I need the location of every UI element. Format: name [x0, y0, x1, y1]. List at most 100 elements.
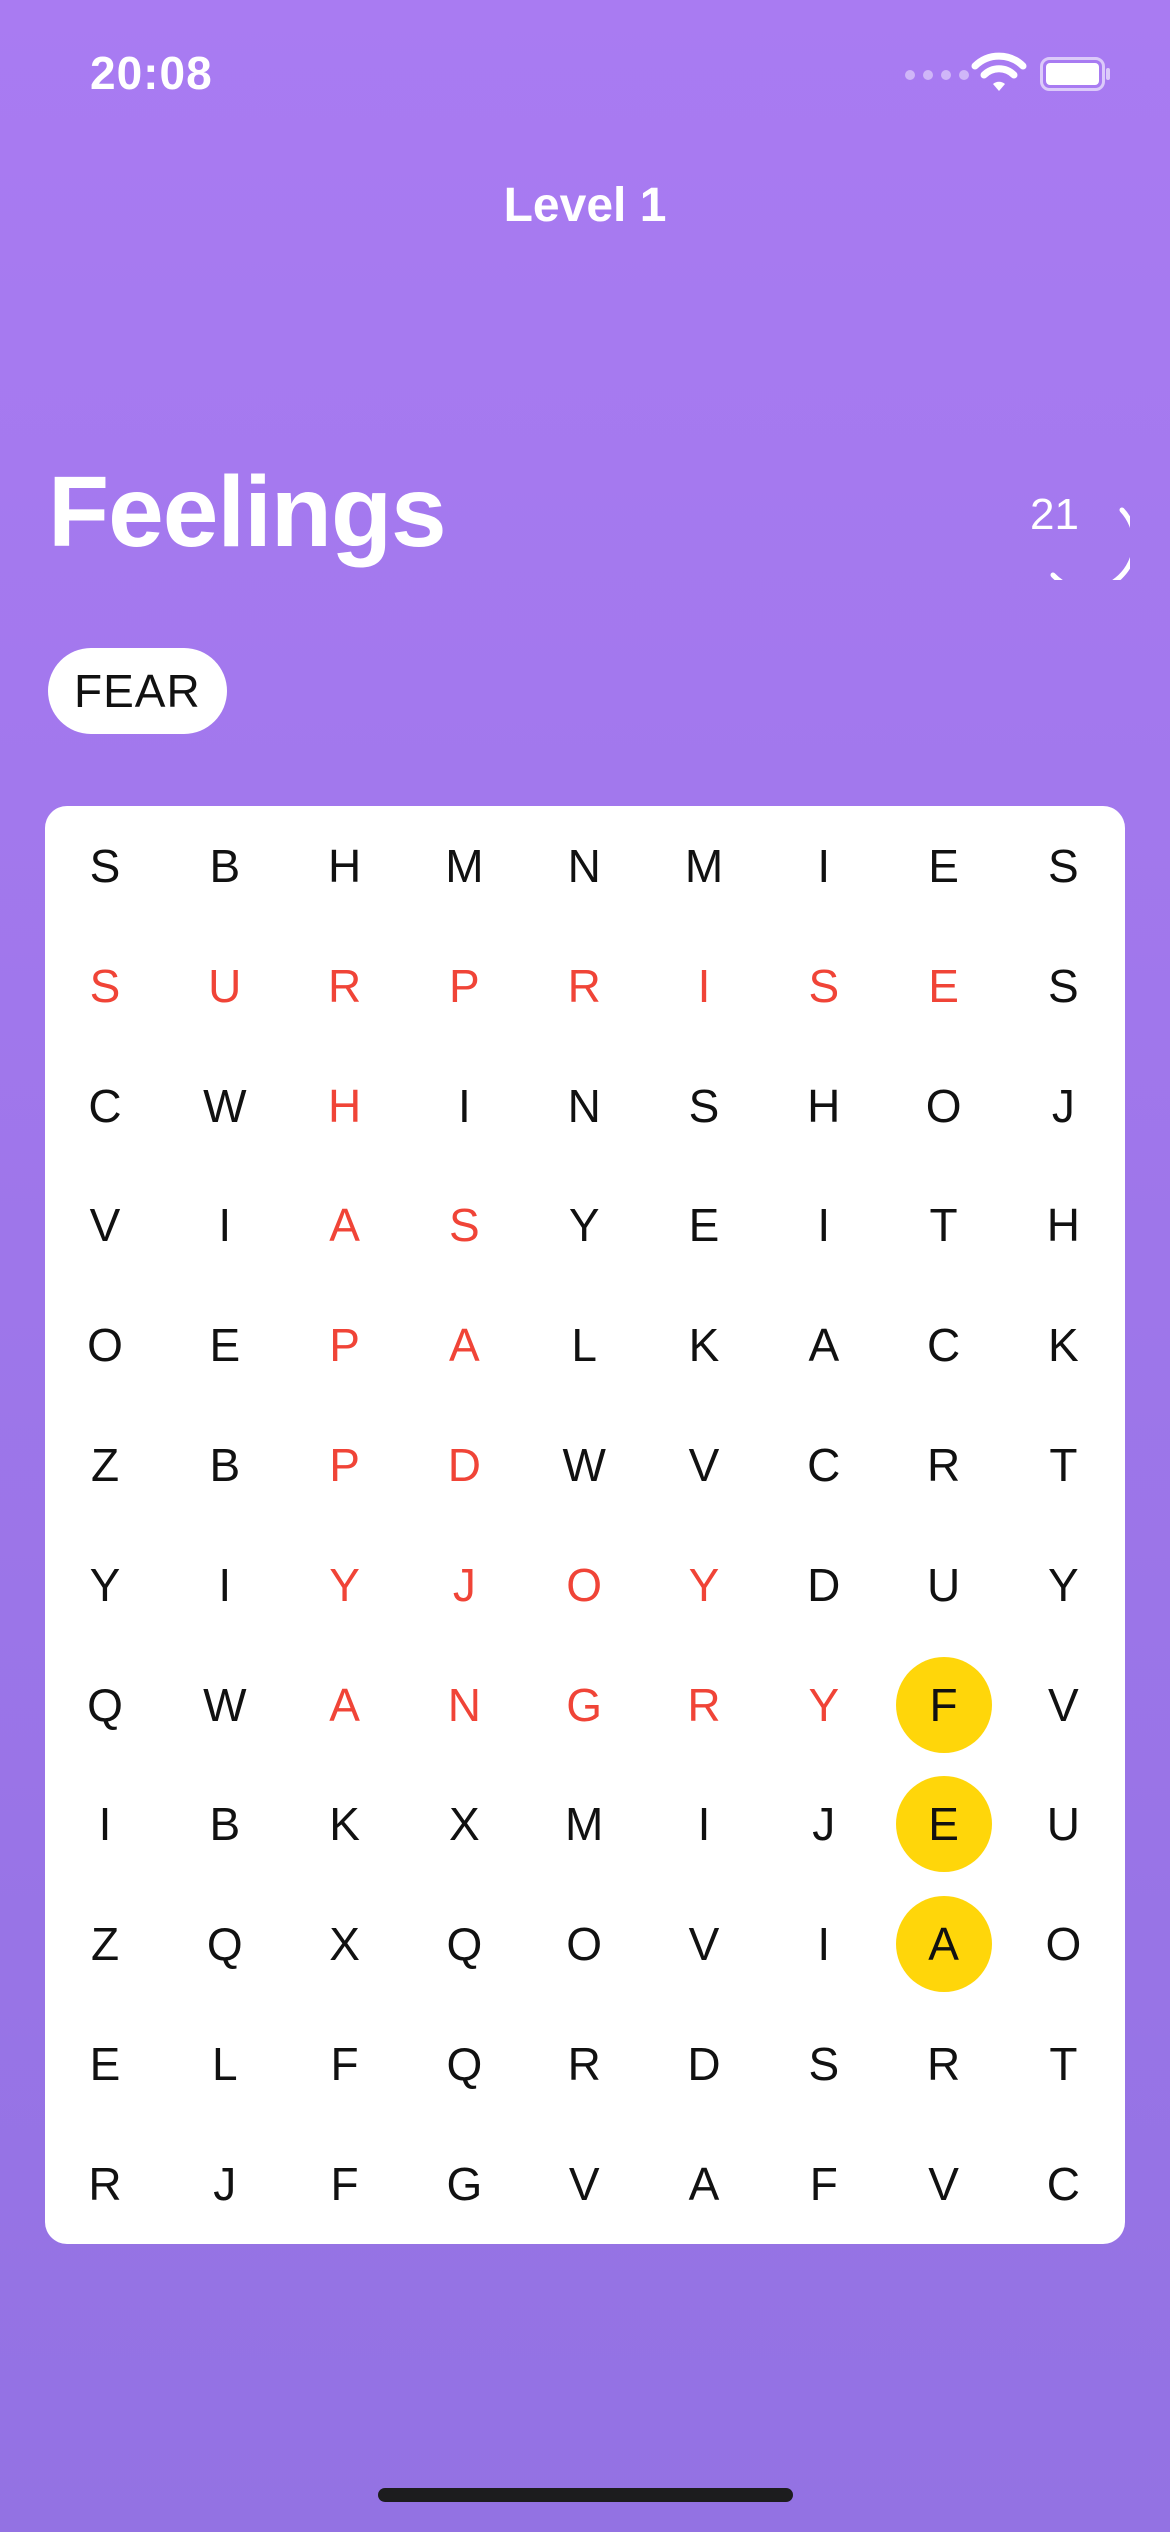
letter-cell[interactable]: V — [536, 2136, 632, 2232]
letter-cell[interactable]: C — [896, 1297, 992, 1393]
letter-cell[interactable]: I — [776, 818, 872, 914]
letter-cell[interactable]: C — [1015, 2136, 1111, 2232]
letter-cell[interactable]: Y — [1015, 1537, 1111, 1633]
letter-cell[interactable]: E — [656, 1177, 752, 1273]
letter-cell[interactable]: M — [416, 818, 512, 914]
letter-cell[interactable]: L — [177, 2016, 273, 2112]
letter-cell[interactable]: I — [656, 938, 752, 1034]
letter-cell[interactable]: N — [536, 1058, 632, 1154]
letter-cell[interactable]: X — [297, 1896, 393, 1992]
letter-cell[interactable]: E — [896, 818, 992, 914]
letter-cell[interactable]: J — [177, 2136, 273, 2232]
letter-cell[interactable]: S — [416, 1177, 512, 1273]
letter-cell[interactable]: M — [536, 1776, 632, 1872]
letter-cell[interactable]: Y — [656, 1537, 752, 1633]
letter-cell[interactable]: I — [57, 1776, 153, 1872]
letter-cell[interactable]: E — [896, 938, 992, 1034]
letter-cell[interactable]: E — [57, 2016, 153, 2112]
letter-cell[interactable]: R — [536, 2016, 632, 2112]
letter-cell[interactable]: R — [297, 938, 393, 1034]
letter-cell[interactable]: K — [297, 1776, 393, 1872]
letter-cell[interactable]: A — [895, 1896, 992, 1993]
letter-cell[interactable]: C — [776, 1417, 872, 1513]
letter-cell[interactable]: E — [177, 1297, 273, 1393]
letter-cell[interactable]: Q — [57, 1657, 153, 1753]
letter-cell[interactable]: Y — [57, 1537, 153, 1633]
letter-cell[interactable]: I — [776, 1896, 872, 1992]
letter-cell[interactable]: S — [656, 1058, 752, 1154]
letter-cell[interactable]: A — [297, 1177, 393, 1273]
letter-cell[interactable]: F — [297, 2136, 393, 2232]
letter-cell[interactable]: H — [1015, 1177, 1111, 1273]
letter-cell[interactable]: R — [896, 1417, 992, 1513]
letter-cell[interactable]: Y — [536, 1177, 632, 1273]
letter-cell[interactable]: V — [896, 2136, 992, 2232]
letter-cell[interactable]: Z — [57, 1896, 153, 1992]
letter-cell[interactable]: I — [177, 1537, 273, 1633]
letter-cell[interactable]: U — [177, 938, 273, 1034]
letter-cell[interactable]: O — [57, 1297, 153, 1393]
letter-cell[interactable]: U — [896, 1537, 992, 1633]
letter-cell[interactable]: R — [656, 1657, 752, 1753]
letter-cell[interactable]: N — [536, 818, 632, 914]
letter-cell[interactable]: Q — [177, 1896, 273, 1992]
letter-cell[interactable]: T — [1015, 2016, 1111, 2112]
letter-cell[interactable]: F — [297, 2016, 393, 2112]
letter-cell[interactable]: G — [416, 2136, 512, 2232]
letter-cell[interactable]: S — [57, 938, 153, 1034]
letter-cell[interactable]: V — [656, 1896, 752, 1992]
letter-cell[interactable]: A — [297, 1657, 393, 1753]
letter-cell[interactable]: Q — [416, 1896, 512, 1992]
letter-cell[interactable]: B — [177, 818, 273, 914]
letter-cell[interactable]: I — [416, 1058, 512, 1154]
letter-cell[interactable]: R — [536, 938, 632, 1034]
letter-cell[interactable]: K — [656, 1297, 752, 1393]
letter-cell[interactable]: S — [1015, 818, 1111, 914]
letter-cell[interactable]: I — [776, 1177, 872, 1273]
letter-cell[interactable]: A — [656, 2136, 752, 2232]
letter-cell[interactable]: H — [297, 818, 393, 914]
letter-cell[interactable]: X — [416, 1776, 512, 1872]
letter-cell[interactable]: M — [656, 818, 752, 914]
letter-cell[interactable]: I — [656, 1776, 752, 1872]
letter-cell[interactable]: T — [896, 1177, 992, 1273]
letter-cell[interactable]: U — [1015, 1776, 1111, 1872]
letter-cell[interactable]: B — [177, 1776, 273, 1872]
letter-cell[interactable]: F — [895, 1656, 992, 1753]
letter-cell[interactable]: T — [1015, 1417, 1111, 1513]
letter-cell[interactable]: J — [776, 1776, 872, 1872]
letter-cell[interactable]: H — [297, 1058, 393, 1154]
letter-cell[interactable]: W — [536, 1417, 632, 1513]
letter-cell[interactable]: Z — [57, 1417, 153, 1513]
letter-cell[interactable]: B — [177, 1417, 273, 1513]
letter-cell[interactable]: D — [776, 1537, 872, 1633]
letter-cell[interactable]: E — [895, 1776, 992, 1873]
letter-cell[interactable]: S — [776, 2016, 872, 2112]
letter-cell[interactable]: P — [416, 938, 512, 1034]
letter-cell[interactable]: V — [656, 1417, 752, 1513]
letter-cell[interactable]: O — [536, 1537, 632, 1633]
letter-cell[interactable]: J — [416, 1537, 512, 1633]
letter-cell[interactable]: C — [57, 1058, 153, 1154]
letter-cell[interactable]: S — [776, 938, 872, 1034]
letter-cell[interactable]: P — [297, 1417, 393, 1513]
letter-cell[interactable]: D — [656, 2016, 752, 2112]
letter-cell[interactable]: R — [57, 2136, 153, 2232]
letter-cell[interactable]: H — [776, 1058, 872, 1154]
letter-cell[interactable]: R — [896, 2016, 992, 2112]
letter-cell[interactable]: F — [776, 2136, 872, 2232]
letter-cell[interactable]: G — [536, 1657, 632, 1753]
letter-cell[interactable]: J — [1015, 1058, 1111, 1154]
letter-cell[interactable]: N — [416, 1657, 512, 1753]
letter-cell[interactable]: S — [57, 818, 153, 914]
letter-cell[interactable]: O — [536, 1896, 632, 1992]
letter-cell[interactable]: K — [1015, 1297, 1111, 1393]
letter-cell[interactable]: W — [177, 1657, 273, 1753]
letter-cell[interactable]: V — [1015, 1657, 1111, 1753]
letter-cell[interactable]: I — [177, 1177, 273, 1273]
letter-cell[interactable]: O — [896, 1058, 992, 1154]
letter-cell[interactable]: W — [177, 1058, 273, 1154]
letter-cell[interactable]: D — [416, 1417, 512, 1513]
letter-cell[interactable]: Q — [416, 2016, 512, 2112]
letter-cell[interactable]: S — [1015, 938, 1111, 1034]
